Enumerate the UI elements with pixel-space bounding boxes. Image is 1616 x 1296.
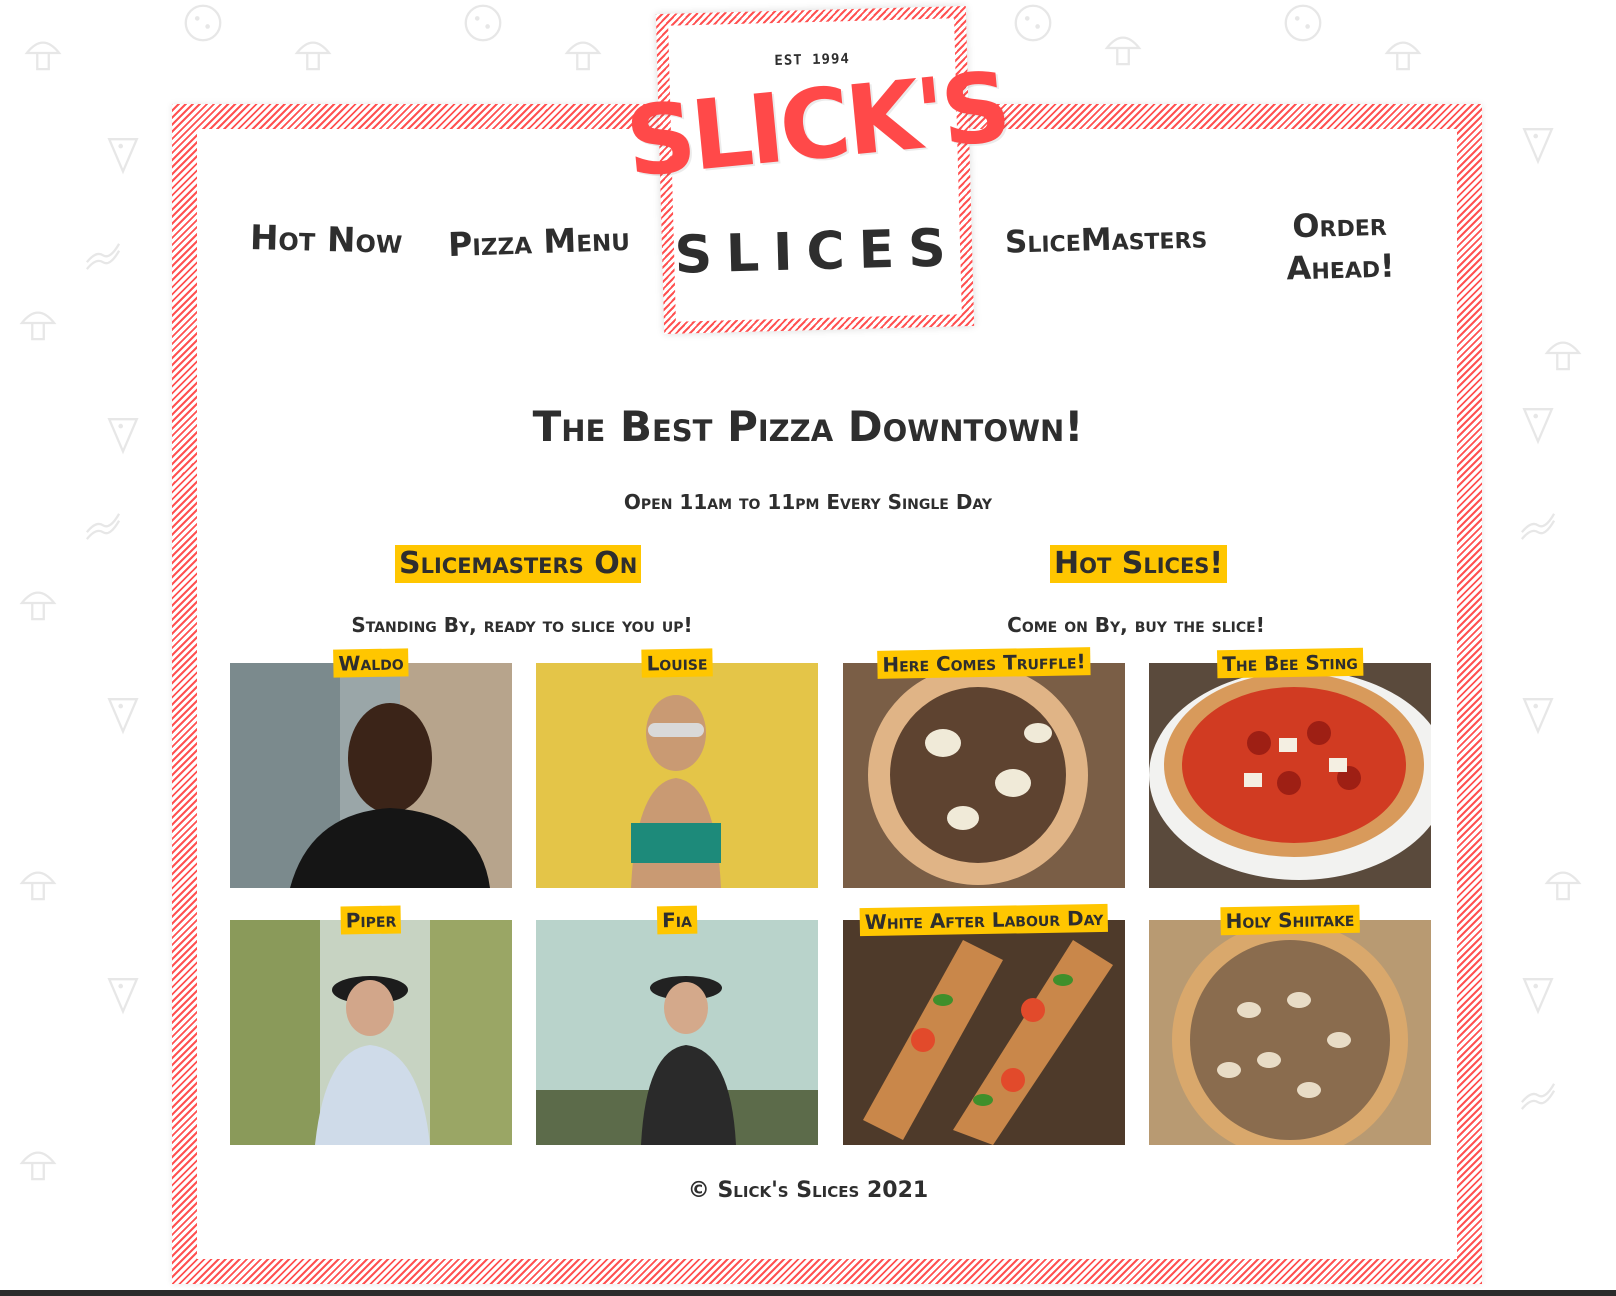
person-photo: [536, 663, 818, 888]
pizza-icon: [1014, 4, 1052, 42]
pizza-icon: [464, 4, 502, 42]
pizza-icon: [1522, 698, 1554, 735]
mushroom-icon: [564, 41, 602, 71]
logo-panel: EST 1994 SLICK'S SLICES: [621, 18, 1012, 322]
pizza-photo: [1149, 663, 1431, 888]
pizza-name: Holy Shiitake: [1220, 904, 1360, 936]
mushroom-icon: [24, 41, 62, 71]
nav-link-order-ahead[interactable]: Order Ahead!: [1269, 202, 1411, 290]
mushroom-icon: [1544, 341, 1582, 371]
pizza-icon: [107, 698, 139, 735]
hot-slices-title: Hot Slices!: [1050, 545, 1228, 583]
pizza-name: The Bee Sting: [1216, 647, 1364, 679]
mushroom-icon: [1384, 41, 1422, 71]
nav-link-slicemasters[interactable]: SliceMasters: [1005, 219, 1208, 260]
mushroom-icon: [1104, 36, 1142, 66]
pizza-photo: [843, 663, 1125, 888]
mushroom-icon: [19, 311, 57, 341]
site-logo[interactable]: EST 1994 SLICK'S SLICES: [621, 5, 1012, 335]
slicemaster-card[interactable]: Piper: [230, 905, 512, 1145]
pizza-photo: [1149, 920, 1431, 1145]
pizza-name: White After Labour Day: [859, 903, 1109, 937]
slicemaster-card[interactable]: Fia: [536, 905, 818, 1145]
slicemaster-card[interactable]: Waldo: [230, 648, 512, 888]
mushroom-icon: [1544, 871, 1582, 901]
bacon-icon: [86, 243, 121, 270]
slicemasters-subtitle: Standing By, ready to slice you up!: [351, 613, 693, 637]
pizza-card[interactable]: White After Labour Day: [843, 903, 1125, 1145]
pizza-icon: [1522, 128, 1554, 165]
window-bottom-edge: [0, 1290, 1616, 1296]
pizza-icon: [1522, 978, 1554, 1015]
slicemaster-name: Waldo: [333, 648, 409, 678]
slicemasters-title: Slicemasters On: [395, 545, 642, 583]
pizza-card[interactable]: The Bee Sting: [1149, 647, 1431, 888]
person-photo: [536, 920, 818, 1145]
slicemaster-name: Louise: [641, 648, 713, 678]
pizza-icon: [107, 138, 139, 175]
pizza-icon: [1284, 4, 1322, 42]
mushroom-icon: [19, 591, 57, 621]
pizza-name: Here Comes Truffle!: [877, 647, 1091, 679]
nav-link-pizza-menu[interactable]: Pizza Menu: [447, 219, 630, 264]
logo-name-bottom: SLICES: [673, 218, 961, 286]
pizza-photo: [843, 920, 1125, 1145]
mushroom-icon: [19, 871, 57, 901]
opening-hours: Open 11am to 11pm Every Single Day: [623, 490, 993, 514]
logo-name-top: SLICK'S: [621, 50, 1012, 199]
bacon-icon: [1521, 1083, 1556, 1110]
nav-link-hot-now[interactable]: Hot Now: [250, 218, 403, 262]
page-title: The Best Pizza Downtown!: [532, 402, 1084, 451]
slicemaster-card[interactable]: Louise: [536, 648, 818, 888]
footer-copyright: © Slick's Slices 2021: [687, 1178, 929, 1203]
mushroom-icon: [294, 41, 332, 71]
pizza-card[interactable]: Here Comes Truffle!: [843, 647, 1125, 888]
slicemaster-name: Fia: [656, 905, 698, 935]
pizza-icon: [184, 4, 222, 42]
pizza-card[interactable]: Holy Shiitake: [1149, 904, 1431, 1145]
person-photo: [230, 663, 512, 888]
hot-slices-subtitle: Come on By, buy the slice!: [1007, 613, 1265, 637]
pizza-icon: [107, 978, 139, 1015]
slicemaster-name: Piper: [340, 905, 402, 935]
person-photo: [230, 920, 512, 1145]
